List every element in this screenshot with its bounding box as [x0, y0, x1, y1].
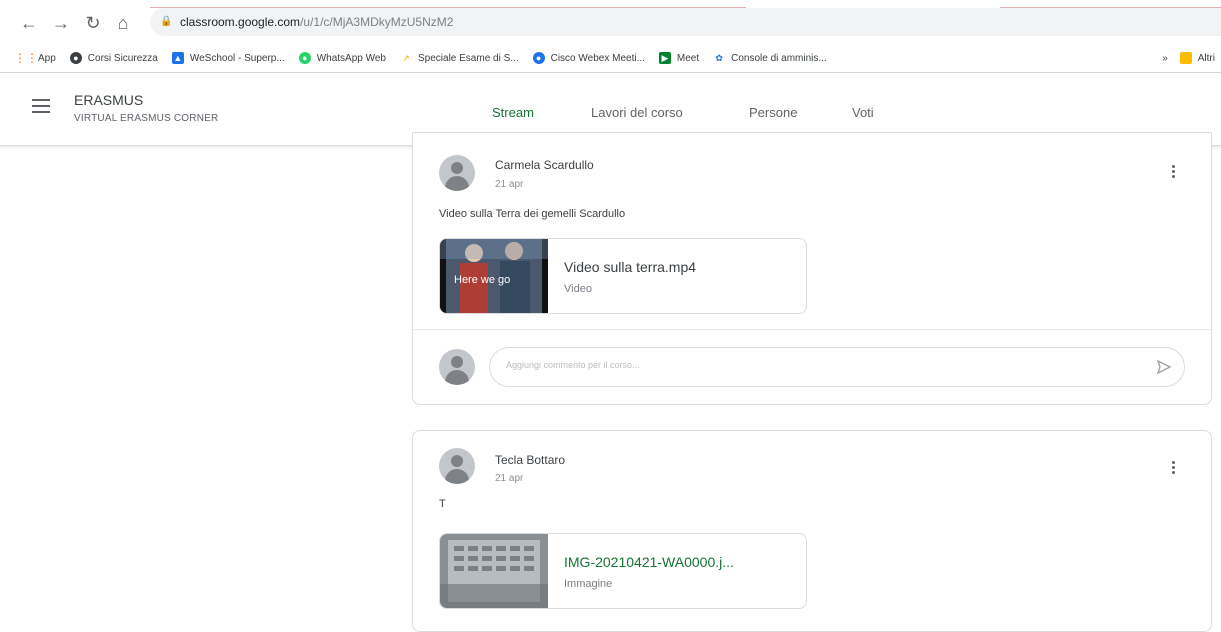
more-options-icon[interactable]: [1165, 165, 1181, 180]
post-date: 21 apr: [495, 473, 524, 484]
comment-input[interactable]: Aggiungi commento per il corso...: [489, 347, 1185, 387]
tab-persone[interactable]: Persone: [749, 105, 797, 120]
admin-icon: ✿: [715, 52, 723, 63]
bookmarks-bar: ⋮⋮ App ● Corsi Sicurezza ▲ WeSchool - Su…: [0, 44, 1221, 73]
bookmark-speciale-esame[interactable]: ↗ Speciale Esame di S...: [400, 52, 518, 64]
bookmark-corsi-sicurezza[interactable]: ● Corsi Sicurezza: [69, 52, 158, 64]
more-options-icon[interactable]: [1165, 461, 1181, 476]
post-date: 21 apr: [495, 179, 524, 190]
bookmark-whatsapp[interactable]: ● WhatsApp Web: [298, 52, 386, 64]
post-author[interactable]: Carmela Scardullo: [495, 158, 594, 172]
zanichelli-icon: ↗: [402, 52, 410, 63]
bookmark-meet[interactable]: ▶ Meet: [658, 52, 699, 64]
reload-icon[interactable]: ↻: [82, 12, 104, 34]
apps-grid-icon: ⋮⋮: [14, 51, 38, 65]
class-title[interactable]: ERASMUS: [74, 92, 143, 108]
post-text: Video sulla Terra dei gemelli Scardullo: [439, 208, 626, 220]
video-thumbnail: Here we go: [440, 239, 548, 313]
bookmark-console[interactable]: ✿ Console di amminis...: [713, 52, 826, 64]
attachment-type: Video: [564, 283, 592, 295]
webex-icon: ●: [532, 52, 545, 64]
bookmark-app[interactable]: ⋮⋮ App: [14, 51, 56, 65]
avatar: [439, 349, 475, 385]
divider: [413, 329, 1211, 330]
meet-icon: ▶: [658, 52, 671, 64]
send-icon[interactable]: [1156, 359, 1172, 375]
image-attachment[interactable]: IMG-20210421-WA0000.j... Immagine: [439, 533, 807, 609]
attachment-type: Immagine: [564, 578, 613, 590]
forward-icon[interactable]: →: [50, 12, 72, 34]
folder-icon: [1179, 52, 1192, 64]
thumbnail-caption: Here we go: [454, 274, 510, 286]
lock-icon: 🔒: [160, 16, 173, 27]
attachment-title[interactable]: IMG-20210421-WA0000.j...: [564, 554, 734, 570]
post-author[interactable]: Tecla Bottaro: [495, 453, 565, 467]
video-attachment[interactable]: Here we go Video sulla terra.mp4 Video: [439, 238, 807, 314]
tab-voti[interactable]: Voti: [852, 105, 874, 120]
avatar[interactable]: [439, 155, 475, 191]
stream-post: Carmela Scardullo 21 apr Video sulla Ter…: [412, 132, 1212, 405]
class-section: VIRTUAL ERASMUS CORNER: [74, 113, 219, 124]
stream-post: Tecla Bottaro 21 apr T IMG-20210421-WA00…: [412, 430, 1212, 632]
avatar[interactable]: [439, 448, 475, 484]
globe-icon: ●: [69, 52, 82, 64]
bookmark-cisco-webex[interactable]: ● Cisco Webex Meeti...: [532, 52, 645, 64]
home-icon[interactable]: ⌂: [112, 12, 134, 34]
other-bookmarks-folder[interactable]: Altri: [1179, 52, 1215, 64]
back-icon[interactable]: ←: [18, 12, 40, 34]
attachment-title[interactable]: Video sulla terra.mp4: [564, 259, 696, 275]
url-text: classroom.google.com/u/1/c/MjA3MDkyMzU5N…: [180, 15, 454, 29]
post-text: T: [439, 498, 446, 510]
image-thumbnail: [440, 534, 548, 608]
bookmark-weschool[interactable]: ▲ WeSchool - Superp...: [171, 52, 285, 64]
weschool-icon: ▲: [171, 52, 184, 64]
main-menu-icon[interactable]: [32, 99, 50, 113]
whatsapp-icon: ●: [298, 52, 311, 64]
address-bar[interactable]: 🔒 classroom.google.com/u/1/c/MjA3MDkyMzU…: [150, 8, 1221, 36]
more-bookmarks-button[interactable]: »: [1162, 53, 1168, 64]
tab-lavori-del-corso[interactable]: Lavori del corso: [591, 105, 683, 120]
browser-toolbar: ← → ↻ ⌂ 🔒 classroom.google.com/u/1/c/MjA…: [0, 0, 1221, 44]
tab-stream[interactable]: Stream: [492, 105, 534, 120]
